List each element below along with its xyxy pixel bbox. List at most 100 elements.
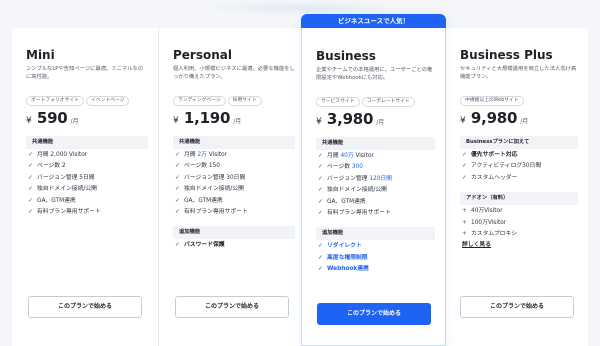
feature-item: ✓ 独自ドメイン接続/公開 [26,184,148,195]
price-period: /月 [520,118,529,125]
feature-item: ✓ カスタムヘッダー [460,173,578,184]
plan-tag: イベントページ [85,96,130,106]
check-icon: ✓ [462,174,467,181]
plan-tags: ランディングページ 採用サイト [173,86,295,106]
check-icon: ✓ [318,175,323,182]
check-icon: ✓ [28,197,33,204]
check-icon: ✓ [318,210,323,217]
plan-card-business: ビジネスユースで人気！ Business 企業やチームでの本格運用に。ユーザーご… [301,14,446,346]
feature-item: ✓ 有料プラン専用サポート [26,207,148,218]
plus-icon: + [462,219,467,226]
start-plan-button[interactable]: このプランで始める [175,296,289,318]
check-icon: ✓ [318,266,323,273]
price-amount: 590 [36,109,68,127]
plan-card-mini: Mini シンプルなLPや告知ページに最適。ミニマルなのに高性能。 ポートフォリ… [12,28,159,346]
extra-item: ✓ リダイレクト [316,241,435,252]
plan-card-personal: Personal 個人利用、小規模ビジネスに最適。必要な機能をしっかり備えたプラ… [159,28,306,346]
check-icon: ✓ [318,254,323,261]
check-icon: ✓ [175,197,180,204]
price-period: /月 [376,119,385,126]
price: ¥ 9,980/月 [460,108,578,128]
check-icon: ✓ [462,152,467,158]
section-header-extras: 追加機能 [316,227,435,241]
extra-item: ✓ 高度な権限制限 [316,253,435,264]
check-icon: ✓ [175,174,180,181]
section-header-extras: 追加機能 [173,226,295,240]
price: ¥ 3,980/月 [316,109,435,129]
plan-description: 企業やチームでの本格運用に。ユーザーごとの権限設定やWebhookにも対応。 [316,67,433,81]
pricing-plans: Mini シンプルなLPや告知ページに最適。ミニマルなのに高性能。 ポートフォリ… [0,0,600,346]
price: ¥ 1,190/月 [173,108,295,128]
plan-description: シンプルなLPや告知ページに最適。ミニマルなのに高性能。 [26,66,144,80]
price: ¥ 590/月 [26,108,148,128]
check-icon: ✓ [28,186,33,193]
plan-card-business-plus: Business Plus セキュリティと大規模運用を両立した法人向け高機能プラ… [446,28,588,346]
check-icon: ✓ [28,163,33,170]
plan-tag: サービスサイト [316,97,360,107]
price-period: /月 [233,118,242,125]
check-icon: ✓ [28,152,33,158]
plan-tag: ランディングページ [173,96,226,106]
check-icon: ✓ [318,187,323,194]
feature-item: ✓ ページ数 150 [173,161,295,172]
currency-symbol: ¥ [316,117,322,127]
check-icon: ✓ [28,174,33,181]
popular-badge: ビジネスユースで人気！ [301,14,446,28]
plan-tag: 採用サイト [227,96,262,106]
feature-item: ✓ アクティビティログ30日間 [460,161,578,172]
feature-item: ✓ 有料プラン専用サポート [316,208,435,219]
check-icon: ✓ [175,163,180,170]
check-icon: ✓ [175,152,180,158]
feature-item: ✓ 独自ドメイン接続/公開 [173,184,295,195]
plan-name: Business [316,49,376,63]
feature-item: ✓ バージョン管理 5日間 [26,173,148,184]
currency-symbol: ¥ [460,116,466,126]
check-icon: ✓ [175,242,180,249]
feature-list: ✓ 月間 2万 Visitor ✓ ページ数 150 ✓ バージョン管理 30日間 ✓… [173,150,295,218]
feature-item: ✓ 有料プラン専用サポート [173,207,295,218]
plan-tags: ポートフォリオサイト イベントページ [26,86,148,106]
price-amount: 3,980 [326,110,374,128]
feature-item: ✓ バージョン管理 30日間 [173,173,295,184]
check-icon: ✓ [318,164,323,171]
more-details-link[interactable]: 詳しく見る [460,240,578,251]
plan-tags: 中規模以上のWebサイト [460,86,578,106]
start-plan-button[interactable]: このプランで始める [317,303,431,325]
feature-item: ✓ GA、GTM連携 [173,196,295,207]
feature-list: ✓ 月間 40万 Visitor ✓ ページ数 300 ✓ バージョン管理 120日間… [316,151,435,219]
extras-list: ✓ パスワード保護 [173,240,295,251]
start-plan-button[interactable]: このプランで始める [460,296,574,318]
extra-item: ✓ Webhook連携 [316,264,435,275]
plan-tag: コーポレートサイト [361,97,415,107]
currency-symbol: ¥ [26,116,32,126]
price-amount: 9,980 [470,109,518,127]
addon-item: + カスタムプロキシ [460,229,578,240]
extras-list: ✓ リダイレクト ✓ 高度な権限制限 ✓ Webhook連携 [316,241,435,275]
feature-item: ✓ ページ数 300 [316,162,435,173]
extra-item: ✓ パスワード保護 [173,240,295,251]
feature-item: ✓ GA、GTM連携 [26,196,148,207]
plan-name: Mini [26,48,55,62]
check-icon: ✓ [175,209,180,216]
feature-item: ✓ 月間 2万 Visitor [173,150,295,161]
feature-item: ✓ GA、GTM連携 [316,197,435,208]
feature-item: ✓ バージョン管理 120日間 [316,174,435,185]
feature-list: ✓ 優先サポート対応 ✓ アクティビティログ30日間 ✓ カスタムヘッダー [460,150,578,184]
addon-item: +100万Visitor [460,218,578,229]
feature-item: ✓ 独自ドメイン接続/公開 [316,185,435,196]
start-plan-button[interactable]: このプランで始める [28,296,142,318]
plan-name: Personal [173,48,232,62]
plan-tag: ポートフォリオサイト [26,96,84,106]
feature-item: ✓ ページ数 2 [26,161,148,172]
plus-icon: + [462,231,467,238]
check-icon: ✓ [318,198,323,205]
plan-description: 個人利用、小規模ビジネスに最適。必要な機能をしっかり備えたプラン。 [173,66,295,80]
section-header-addons: アドオン（有料） [460,192,578,206]
plan-description: セキュリティと大規模運用を両立した法人向け高機能プラン。 [460,66,577,80]
price-period: /月 [70,118,79,125]
check-icon: ✓ [318,153,323,159]
plan-name: Business Plus [460,48,553,62]
check-icon: ✓ [175,186,180,193]
check-icon: ✓ [28,209,33,216]
plan-tags: サービスサイト コーポレートサイト [316,87,435,107]
